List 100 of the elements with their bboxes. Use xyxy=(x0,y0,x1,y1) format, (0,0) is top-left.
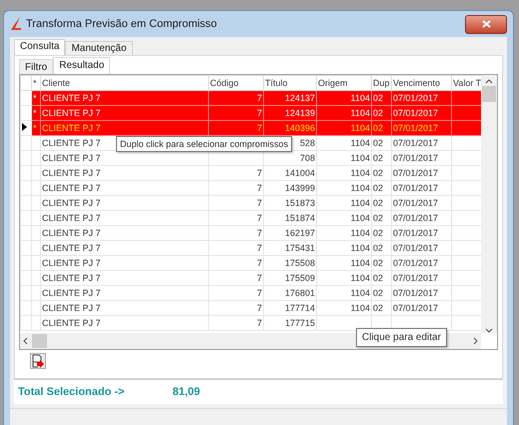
table-cell: 7 xyxy=(256,228,262,238)
column-header[interactable]: Origem xyxy=(316,76,372,90)
column-header[interactable]: Título xyxy=(264,76,316,90)
table-cell: 07/01/2017 xyxy=(393,288,438,298)
table-cell: CLIENTE PJ 7 xyxy=(42,198,101,208)
table-row[interactable]: CLIENTE PJ 7 7 177714 1104 02 07/01/2017 xyxy=(20,300,481,316)
column-header[interactable]: Código xyxy=(208,76,264,90)
table-cell: 7 xyxy=(256,183,262,193)
tab[interactable]: Filtro xyxy=(19,59,54,74)
table-cell: 7 xyxy=(256,288,262,298)
table-cell: 02 xyxy=(373,213,384,223)
table-cell: * xyxy=(33,108,37,118)
document-arrow-icon xyxy=(31,354,45,368)
table-cell: 143999 xyxy=(284,183,315,193)
table-cell: CLIENTE PJ 7 xyxy=(42,303,101,313)
table-row[interactable]: CLIENTE PJ 7 7 177715 xyxy=(20,316,481,330)
table-row[interactable]: CLIENTE PJ 7 708 1104 02 07/01/2017 xyxy=(20,150,481,166)
tooltip: Clique para editar xyxy=(356,328,447,347)
column-header[interactable]: Vencimento xyxy=(392,76,452,90)
table-cell: 7 xyxy=(256,303,262,313)
table-cell: 02 xyxy=(373,93,384,103)
table-cell: CLIENTE PJ 7 xyxy=(42,108,101,118)
scroll-thumb[interactable] xyxy=(32,334,47,348)
vertical-scrollbar[interactable] xyxy=(481,75,497,333)
export-button[interactable] xyxy=(30,353,46,369)
table-row[interactable]: * CLIENTE PJ 7 7 124139 1104 02 07/01/2017 xyxy=(20,106,481,120)
table-row[interactable]: CLIENTE PJ 7 7 151873 1104 02 07/01/2017 xyxy=(20,196,481,210)
table-cell: 7 xyxy=(256,123,262,133)
table-row[interactable]: * CLIENTE PJ 7 7 124137 1104 02 07/01/2017 xyxy=(20,90,481,106)
table-row[interactable]: CLIENTE PJ 7 7 176801 1104 02 07/01/2017 xyxy=(20,286,481,300)
table-cell: 1104 xyxy=(350,138,370,148)
table-cell: 02 xyxy=(373,288,384,298)
table-cell: 1104 xyxy=(350,123,370,133)
table-cell: CLIENTE PJ 7 xyxy=(42,228,101,238)
table-cell: 02 xyxy=(373,123,384,133)
table-row[interactable]: CLIENTE PJ 7 7 162197 1104 02 07/01/2017 xyxy=(20,226,481,240)
table-cell: 151873 xyxy=(284,198,315,208)
table-cell: 1104 xyxy=(350,258,370,268)
close-button[interactable] xyxy=(465,14,507,34)
table-cell: 02 xyxy=(373,273,384,283)
column-header[interactable]: Valor T xyxy=(452,76,481,90)
column-header[interactable]: Cliente xyxy=(40,76,208,90)
scroll-up-icon xyxy=(485,79,493,84)
table-cell: 1104 xyxy=(350,168,370,178)
table-cell: 02 xyxy=(373,168,384,178)
table-cell: 528 xyxy=(300,138,315,148)
table-cell: 07/01/2017 xyxy=(393,168,438,178)
table-cell: 1104 xyxy=(350,153,370,163)
window-title: Transforma Previsão em Compromisso xyxy=(26,18,217,30)
table-cell: 7 xyxy=(256,213,262,223)
table-cell: CLIENTE PJ 7 xyxy=(42,153,101,163)
table-cell: 02 xyxy=(373,228,384,238)
table-cell: 162197 xyxy=(284,228,315,238)
total-label: Total Selecionado -> xyxy=(18,386,124,398)
tab[interactable]: Manutenção xyxy=(65,41,133,55)
table-row[interactable]: CLIENTE PJ 7 7 175508 1104 02 07/01/2017 xyxy=(20,256,481,270)
tab[interactable]: Resultado xyxy=(53,57,110,74)
table-cell: 07/01/2017 xyxy=(393,228,438,238)
table-cell: 7 xyxy=(256,108,262,118)
table-row[interactable]: CLIENTE PJ 7 7 175431 1104 02 07/01/2017 xyxy=(20,240,481,256)
scroll-thumb[interactable] xyxy=(482,86,496,102)
table-cell: CLIENTE PJ 7 xyxy=(42,93,101,103)
table-row[interactable]: CLIENTE PJ 7 7 175509 1104 02 07/01/2017 xyxy=(20,270,481,286)
tooltip: Duplo click para selecionar compromissos xyxy=(116,136,292,152)
table-cell: CLIENTE PJ 7 xyxy=(42,288,101,298)
app-logo-icon xyxy=(10,17,22,31)
table-cell: 07/01/2017 xyxy=(393,213,438,223)
table-cell: 02 xyxy=(373,183,384,193)
table-cell: 02 xyxy=(373,243,384,253)
table-cell: CLIENTE PJ 7 xyxy=(42,243,101,253)
total-value: 81,09 xyxy=(172,386,200,398)
table-cell: 02 xyxy=(373,108,384,118)
table-row[interactable]: CLIENTE PJ 7 7 141004 1104 02 07/01/2017 xyxy=(20,166,481,180)
table-cell: 140396 xyxy=(284,123,315,133)
table-cell: 7 xyxy=(256,243,262,253)
tab[interactable]: Consulta xyxy=(14,39,66,55)
table-cell: CLIENTE PJ 7 xyxy=(42,258,101,268)
table-row[interactable]: CLIENTE PJ 7 7 143999 1104 02 07/01/2017 xyxy=(20,180,481,196)
column-header[interactable]: Dup xyxy=(372,76,392,90)
table-cell: CLIENTE PJ 7 xyxy=(42,273,101,283)
table-cell: 07/01/2017 xyxy=(393,108,438,118)
table-cell: 02 xyxy=(373,198,384,208)
table-cell: 07/01/2017 xyxy=(393,93,438,103)
table-cell: 07/01/2017 xyxy=(393,153,438,163)
table-cell: 02 xyxy=(373,153,384,163)
table-cell: 7 xyxy=(256,93,262,103)
table-cell: CLIENTE PJ 7 xyxy=(42,168,101,178)
table-cell: CLIENTE PJ 7 xyxy=(42,318,101,328)
table-cell: 7 xyxy=(256,198,262,208)
table-cell: 07/01/2017 xyxy=(393,183,438,193)
close-icon xyxy=(482,20,490,28)
table-cell: 7 xyxy=(256,168,262,178)
table-cell: 175431 xyxy=(284,243,315,253)
table-cell: 708 xyxy=(300,153,315,163)
table-cell: 02 xyxy=(373,258,384,268)
table-cell: 07/01/2017 xyxy=(393,303,438,313)
table-cell: 1104 xyxy=(350,198,370,208)
table-row[interactable]: CLIENTE PJ 7 7 151874 1104 02 07/01/2017 xyxy=(20,210,481,226)
table-cell: 177715 xyxy=(284,318,315,328)
table-cell: 7 xyxy=(256,318,262,328)
